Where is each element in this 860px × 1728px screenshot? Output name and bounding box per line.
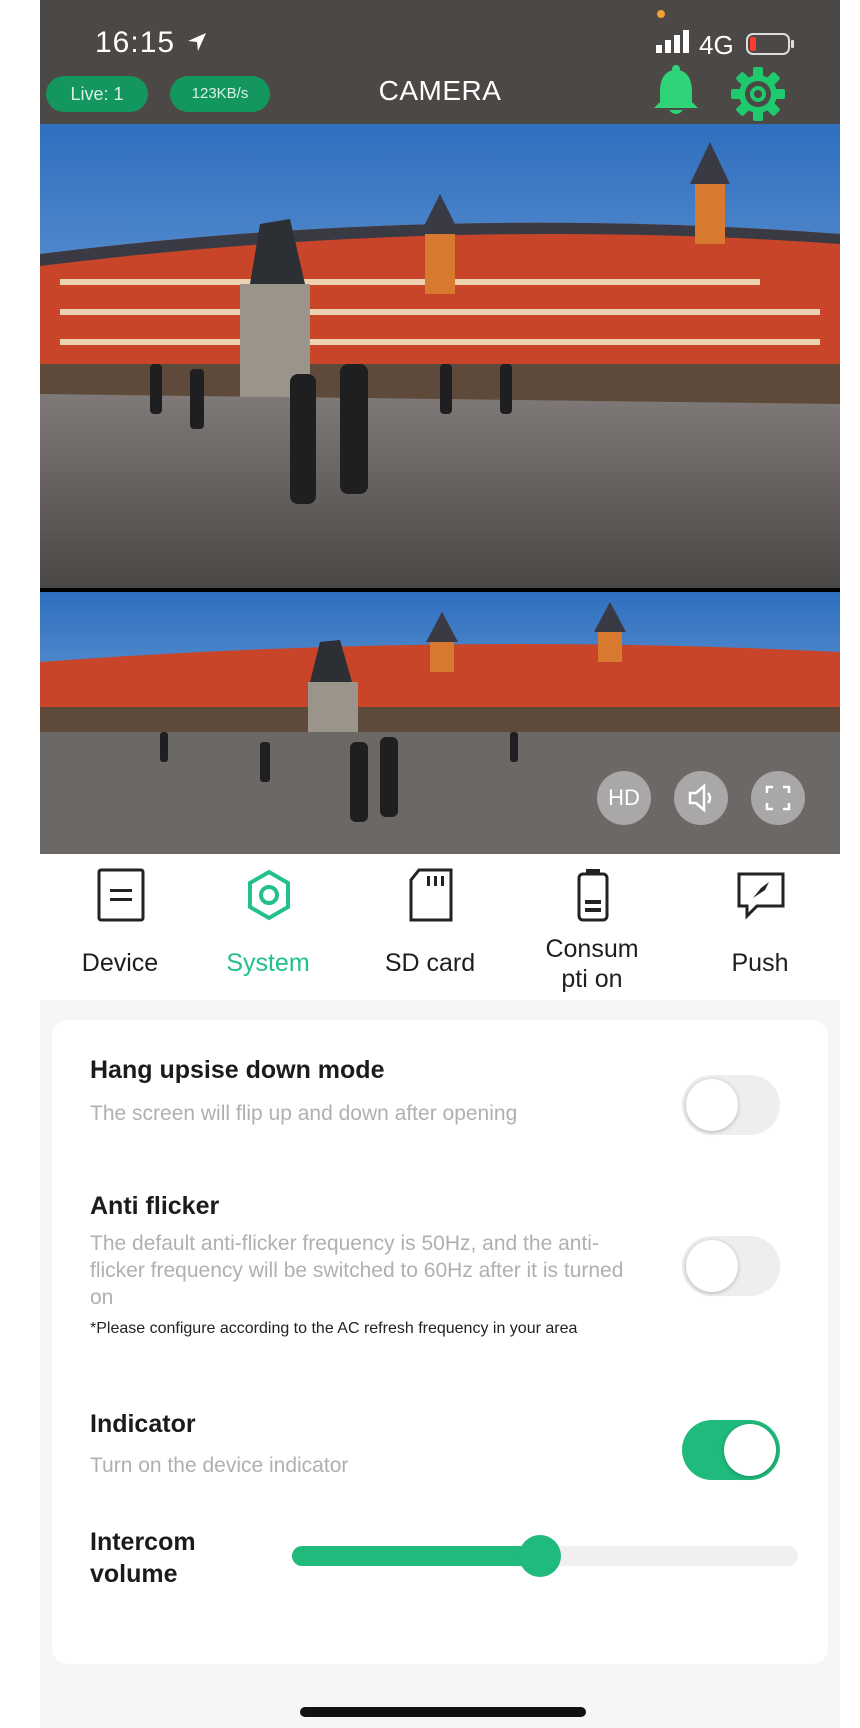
hang-mode-toggle[interactable] <box>682 1075 780 1135</box>
page-title: CAMERA <box>378 75 502 106</box>
intercom-volume-slider[interactable] <box>292 1535 798 1577</box>
tab-label: Push <box>731 949 789 977</box>
toggle-knob <box>686 1240 738 1292</box>
panorama-view-top <box>40 124 840 588</box>
battery-low-icon <box>746 33 794 55</box>
anti-flicker-toggle[interactable] <box>682 1236 780 1296</box>
network-type: 4G <box>699 30 734 60</box>
device-icon <box>97 868 145 922</box>
indicator-description: Turn on the device indicator <box>90 1454 349 1477</box>
speaker-icon[interactable] <box>674 771 728 825</box>
settings-tab-bar: Device System SD card Consumpti on Push <box>40 854 840 1000</box>
privacy-indicator-dot <box>657 10 665 18</box>
system-icon <box>248 869 290 921</box>
hang-mode-title: Hang upsise down mode <box>90 1056 385 1084</box>
tab-label: Consumpti on <box>512 934 672 994</box>
status-time: 16:15 <box>95 26 176 59</box>
bell-icon[interactable] <box>650 64 702 118</box>
tab-system[interactable]: System <box>188 854 348 1000</box>
tab-push[interactable]: Push <box>680 854 840 1000</box>
indicator-title: Indicator <box>90 1410 196 1438</box>
tab-consumption[interactable]: Consumpti on <box>512 854 672 1000</box>
home-indicator <box>300 1707 586 1717</box>
tab-label-text: Consumpti on <box>545 935 639 993</box>
indicator-toggle[interactable] <box>682 1420 780 1480</box>
tab-sd-card[interactable]: SD card <box>350 854 510 1000</box>
tab-device[interactable]: Device <box>40 854 200 1000</box>
battery-icon <box>577 869 609 922</box>
tab-label: System <box>226 949 310 977</box>
hd-toggle-button[interactable]: HD <box>597 771 651 825</box>
live-video-view[interactable]: HD <box>40 124 840 854</box>
sd-card-icon <box>409 868 453 922</box>
volume-slider-handle[interactable] <box>518 1535 561 1577</box>
anti-flicker-title: Anti flicker <box>90 1192 220 1220</box>
location-arrow-icon <box>188 33 206 51</box>
app-header: 16:15 4G Live: 1 123KB/s CAMERA <box>40 0 840 124</box>
toggle-knob <box>724 1424 776 1476</box>
toggle-knob <box>686 1079 738 1131</box>
system-settings-card: Hang upsise down mode The screen will fl… <box>52 1020 828 1664</box>
tab-label: Device <box>81 949 159 977</box>
gear-icon[interactable] <box>730 66 786 122</box>
tab-label: SD card <box>384 949 476 977</box>
anti-flicker-note: *Please configure according to the AC re… <box>90 1320 578 1337</box>
phone-screen: 16:15 4G Live: 1 123KB/s CAMERA HD Devic… <box>40 0 840 1728</box>
push-icon <box>737 872 785 920</box>
signal-strength-icon <box>656 30 689 53</box>
volume-slider-fill <box>292 1546 540 1566</box>
intercom-volume-label: Intercom volume <box>90 1528 196 1588</box>
hang-mode-description: The screen will flip up and down after o… <box>90 1102 518 1125</box>
anti-flicker-description: The default anti-flicker frequency is 50… <box>90 1232 624 1309</box>
fullscreen-icon[interactable] <box>751 771 805 825</box>
